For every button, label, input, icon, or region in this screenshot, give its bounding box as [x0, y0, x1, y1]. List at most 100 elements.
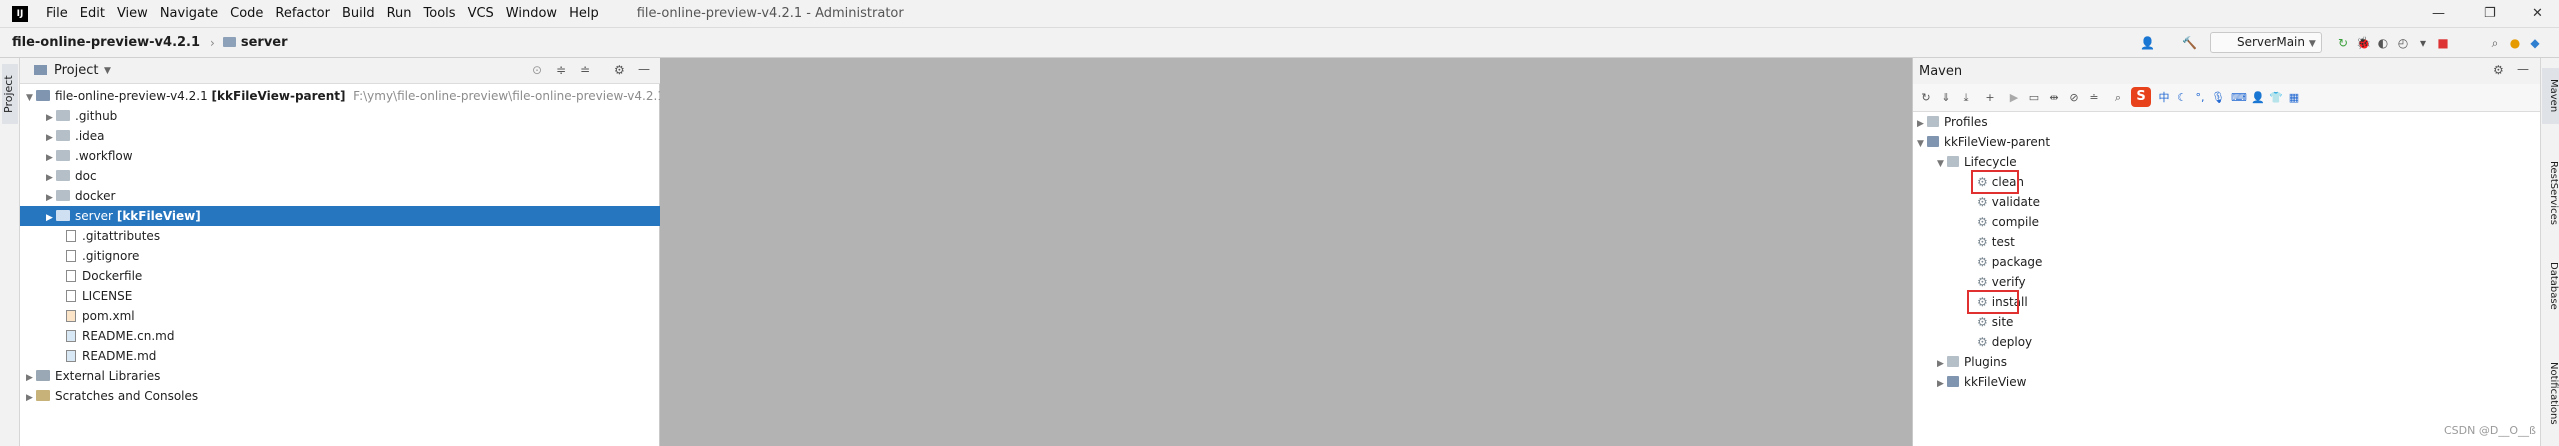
right-tool-stripe: Maven RestServices Database Notification…	[2540, 58, 2559, 446]
highlight-box-clean	[1971, 170, 2019, 194]
download-icon[interactable]: ⤓	[1959, 91, 1973, 105]
menu-vcs[interactable]: VCS	[462, 6, 500, 21]
database-tool-tab[interactable]: Database	[2542, 254, 2559, 318]
plugin-icon[interactable]: ◆	[2528, 36, 2542, 50]
maven-panel-title: Maven	[1919, 64, 1963, 79]
build-hammer-icon[interactable]: 🔨	[2182, 36, 2197, 50]
tree-file-dockerfile[interactable]: Dockerfile	[66, 266, 142, 286]
minimize-icon[interactable]: —	[2432, 6, 2445, 21]
tree-file-readme-cn[interactable]: README.cn.md	[66, 326, 174, 346]
maven-project[interactable]: ▼ kkFileView-parent	[1917, 132, 2050, 152]
rerun-icon[interactable]: ↻	[2336, 36, 2350, 50]
profile-icon[interactable]: ◴	[2396, 36, 2410, 50]
menu-tools[interactable]: Tools	[418, 6, 462, 21]
close-icon[interactable]: ✕	[2532, 6, 2543, 21]
hide-panel-icon[interactable]: —	[638, 62, 650, 76]
generate-sources-icon[interactable]: ⇓	[1939, 91, 1953, 105]
window-title: file-online-preview-v4.2.1 - Administrat…	[636, 6, 904, 21]
maven-profiles[interactable]: ▶ Profiles	[1917, 112, 1988, 132]
gear-icon[interactable]: ⚙	[614, 63, 625, 77]
tree-file-license[interactable]: LICENSE	[66, 286, 132, 306]
tree-file-gitattributes[interactable]: .gitattributes	[66, 226, 160, 246]
microphone-icon[interactable]: 🎙	[2211, 91, 2225, 105]
maven-lifecycle[interactable]: ▼ Lifecycle	[1937, 152, 2017, 172]
ime-chinese-icon[interactable]: 中	[2157, 91, 2171, 105]
tree-module-server[interactable]: ▶ server [kkFileView]	[46, 206, 201, 226]
add-icon[interactable]: +	[1983, 91, 1997, 105]
tree-folder-doc[interactable]: ▶ doc	[46, 166, 97, 186]
search-icon[interactable]: ⌕	[2488, 36, 2502, 50]
goal-package[interactable]: ⚙ package	[1977, 252, 2042, 272]
tree-root[interactable]: ▼ file-online-preview-v4.2.1 [kkFileView-…	[26, 86, 665, 106]
tree-scratches[interactable]: ▶ Scratches and Consoles	[26, 386, 198, 406]
debug-icon[interactable]: 🐞	[2356, 36, 2371, 50]
coverage-icon[interactable]: ◐	[2376, 36, 2390, 50]
file-icon	[66, 290, 76, 302]
menu-build[interactable]: Build	[336, 6, 381, 21]
goal-site[interactable]: ⚙ site	[1977, 312, 2013, 332]
collapse-all-icon[interactable]: ≐	[580, 63, 590, 77]
collapse-all-icon[interactable]: ≐	[2087, 91, 2101, 105]
breadcrumb-project[interactable]: file-online-preview-v4.2.1	[12, 35, 200, 50]
hide-panel-icon[interactable]: —	[2517, 62, 2529, 76]
keyboard-icon[interactable]: ⌨	[2231, 91, 2247, 105]
menu-file[interactable]: File	[40, 6, 74, 21]
chevron-right-icon: ▶	[46, 113, 53, 123]
menu-window[interactable]: Window	[500, 6, 563, 21]
tree-file-pom[interactable]: pom.xml	[66, 306, 135, 326]
moon-icon[interactable]: ☾	[2175, 91, 2189, 105]
menu-help[interactable]: Help	[563, 6, 605, 21]
punctuation-icon[interactable]: °,	[2193, 91, 2207, 105]
tree-folder-docker[interactable]: ▶ docker	[46, 186, 115, 206]
goal-verify[interactable]: ⚙ verify	[1977, 272, 2026, 292]
goal-validate[interactable]: ⚙ validate	[1977, 192, 2040, 212]
toolbox-icon[interactable]: ▦	[2287, 91, 2301, 105]
project-tool-tab[interactable]: Project	[2, 64, 18, 124]
run-icon[interactable]: ▶	[2007, 91, 2021, 105]
expand-all-icon[interactable]: ≑	[556, 63, 566, 77]
restore-icon[interactable]: ❐	[2484, 6, 2496, 21]
tree-folder-github[interactable]: ▶ .github	[46, 106, 117, 126]
gear-icon: ⚙	[1977, 235, 1988, 249]
editor-empty-area[interactable]	[660, 58, 1912, 446]
update-icon[interactable]: ●	[2508, 36, 2522, 50]
chevron-down-icon[interactable]: ▼	[104, 66, 111, 76]
tree-external-libraries[interactable]: ▶ External Libraries	[26, 366, 160, 386]
gear-icon[interactable]: ⚙	[2493, 63, 2504, 77]
goal-test[interactable]: ⚙ test	[1977, 232, 2015, 252]
menu-navigate[interactable]: Navigate	[154, 6, 224, 21]
goal-compile[interactable]: ⚙ compile	[1977, 212, 2039, 232]
tree-folder-idea[interactable]: ▶ .idea	[46, 126, 105, 146]
reload-icon[interactable]: ↻	[1919, 91, 1933, 105]
maven-tool-tab[interactable]: Maven	[2542, 68, 2559, 124]
locate-file-icon[interactable]: ⊙	[532, 63, 542, 77]
menu-edit[interactable]: Edit	[74, 6, 111, 21]
skip-tests-icon[interactable]: ⊘	[2067, 91, 2081, 105]
maven-toolbar: ↻ ⇓ ⤓ + ▶ ▭ ⇹ ⊘ ≐ ⌕ S 中 ☾ °, 🎙 ⌨ 👤 👕 ▦	[1913, 84, 2541, 112]
run-configuration-select[interactable]: ServerMain ▼	[2210, 32, 2322, 53]
restservices-tool-tab[interactable]: RestServices	[2542, 148, 2559, 238]
analyze-dependencies-icon[interactable]: ⌕	[2111, 91, 2125, 105]
tree-file-gitignore[interactable]: .gitignore	[66, 246, 139, 266]
menu-view[interactable]: View	[111, 6, 154, 21]
maven-plugins[interactable]: ▶ Plugins	[1937, 352, 2007, 372]
sogou-ime-icon[interactable]: S	[2131, 87, 2151, 107]
folder-icon	[222, 37, 236, 47]
user-icon[interactable]: 👤	[2251, 91, 2265, 105]
tree-file-readme[interactable]: README.md	[66, 346, 156, 366]
vcs-user-icon[interactable]: 👤	[2140, 36, 2155, 50]
project-panel-title[interactable]: Project	[54, 63, 98, 78]
more-run-icon[interactable]: ▾	[2416, 36, 2430, 50]
notifications-tool-tab[interactable]: Notifications	[2542, 348, 2559, 438]
skin-icon[interactable]: 👕	[2269, 91, 2283, 105]
stop-icon[interactable]: ■	[2436, 36, 2450, 50]
menu-refactor[interactable]: Refactor	[269, 6, 336, 21]
tree-folder-workflow[interactable]: ▶ .workflow	[46, 146, 133, 166]
menu-run[interactable]: Run	[381, 6, 418, 21]
menu-code[interactable]: Code	[224, 6, 269, 21]
maven-module-kkfileview[interactable]: ▶ kkFileView	[1937, 372, 2026, 392]
execute-goal-icon[interactable]: ▭	[2027, 91, 2041, 105]
toggle-offline-icon[interactable]: ⇹	[2047, 91, 2061, 105]
goal-deploy[interactable]: ⚙ deploy	[1977, 332, 2032, 352]
breadcrumb-module[interactable]: server	[222, 35, 288, 50]
